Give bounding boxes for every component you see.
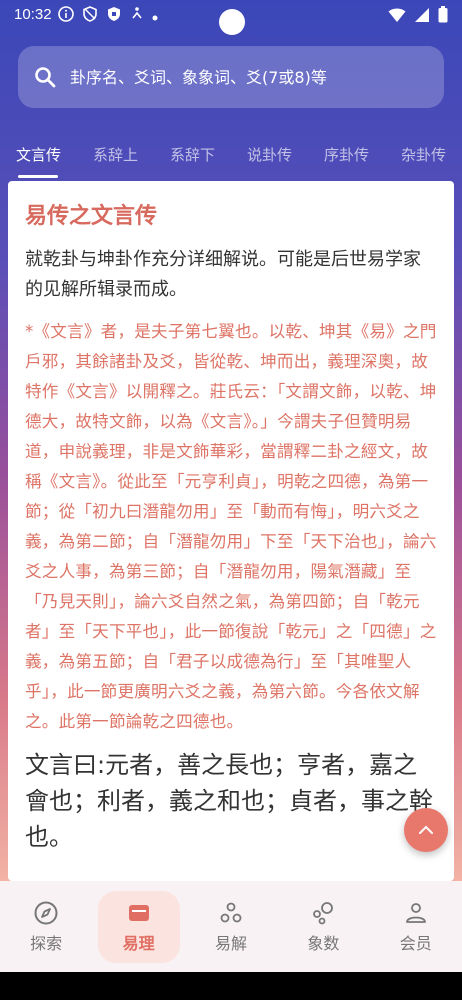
dot-icon (152, 7, 158, 25)
wifi-icon (388, 7, 406, 27)
nav-label: 探索 (30, 933, 63, 953)
content-card: 易传之文言传 就乾卦与坤卦作充分详细解说。可能是后世易学家的见解所辑录而成。 *… (8, 181, 454, 881)
vpn-icon (106, 6, 122, 26)
content-body: 文言曰:元者，善之長也；亨者，嘉之會也；利者，義之和也；貞者，事之幹也。 (25, 751, 433, 851)
tab-wenyan[interactable]: 文言传 (0, 140, 77, 180)
tab-label: 杂卦传 (400, 146, 446, 164)
nav-explore[interactable]: 探索 (5, 891, 87, 963)
search-bar[interactable] (18, 46, 444, 108)
tab-label: 说卦传 (246, 146, 292, 164)
search-input[interactable] (70, 67, 430, 87)
bottom-nav: 探索 易理 易解 象数 会员 (0, 881, 462, 972)
tab-xici-shang[interactable]: 系辞上 (77, 140, 154, 180)
nav-xiangshu[interactable]: 象数 (282, 891, 364, 963)
tab-zagua[interactable]: 杂卦传 (385, 140, 462, 180)
chevron-up-icon (419, 825, 433, 834)
tab-label: 系辞下 (169, 146, 215, 164)
tab-label: 系辞上 (92, 146, 138, 164)
nav-yili[interactable]: 易理 (97, 890, 180, 963)
tab-xici-xia[interactable]: 系辞下 (154, 140, 231, 180)
system-nav-bar (0, 972, 462, 1000)
signal-icon (414, 7, 430, 27)
content-subtitle: 就乾卦与坤卦作充分详细解说。可能是后世易学家的见解所辑录而成。 (25, 249, 421, 300)
content-note: *《文言》者，是夫子第七翼也。以乾、坤其《易》之門戶邪，其餘諸卦及爻，皆從乾、坤… (25, 322, 437, 731)
status-icons-right (388, 6, 448, 27)
shield-icon (82, 6, 98, 26)
tab-xugua[interactable]: 序卦传 (308, 140, 385, 180)
status-time: 10:32 (14, 6, 52, 23)
tab-label: 文言传 (15, 146, 61, 164)
dots-icon (220, 902, 242, 922)
tab-shuogua[interactable]: 说卦传 (231, 140, 308, 180)
tab-bar: 文言传 系辞上 系辞下 说卦传 序卦传 杂卦传 (0, 140, 462, 180)
app-screen: 10:32 卦序名、爻词、象象词、爻(7或8)等 文言传 系辞上 系辞下 说卦传… (0, 0, 462, 1000)
tab-label: 序卦传 (323, 146, 369, 164)
status-icons-left (58, 6, 158, 26)
person-icon (405, 902, 426, 923)
compass-icon (34, 901, 58, 924)
nav-label: 易理 (122, 933, 155, 953)
battery-icon (438, 6, 448, 27)
page-title: 易传之文言传 (25, 204, 158, 229)
camera-cutout (219, 9, 245, 35)
nav-label: 易解 (214, 933, 247, 953)
bubbles-icon (313, 901, 334, 924)
search-icon (35, 67, 56, 88)
nav-yijie[interactable]: 易解 (190, 891, 272, 963)
nav-member[interactable]: 会员 (375, 891, 457, 963)
info-icon (58, 6, 74, 26)
status-bar: 10:32 (0, 0, 462, 35)
accessibility-icon (130, 6, 144, 26)
scroll-top-button[interactable] (404, 808, 448, 852)
nav-label: 象数 (307, 933, 340, 953)
nav-label: 会员 (399, 933, 432, 953)
book-icon (128, 904, 149, 921)
